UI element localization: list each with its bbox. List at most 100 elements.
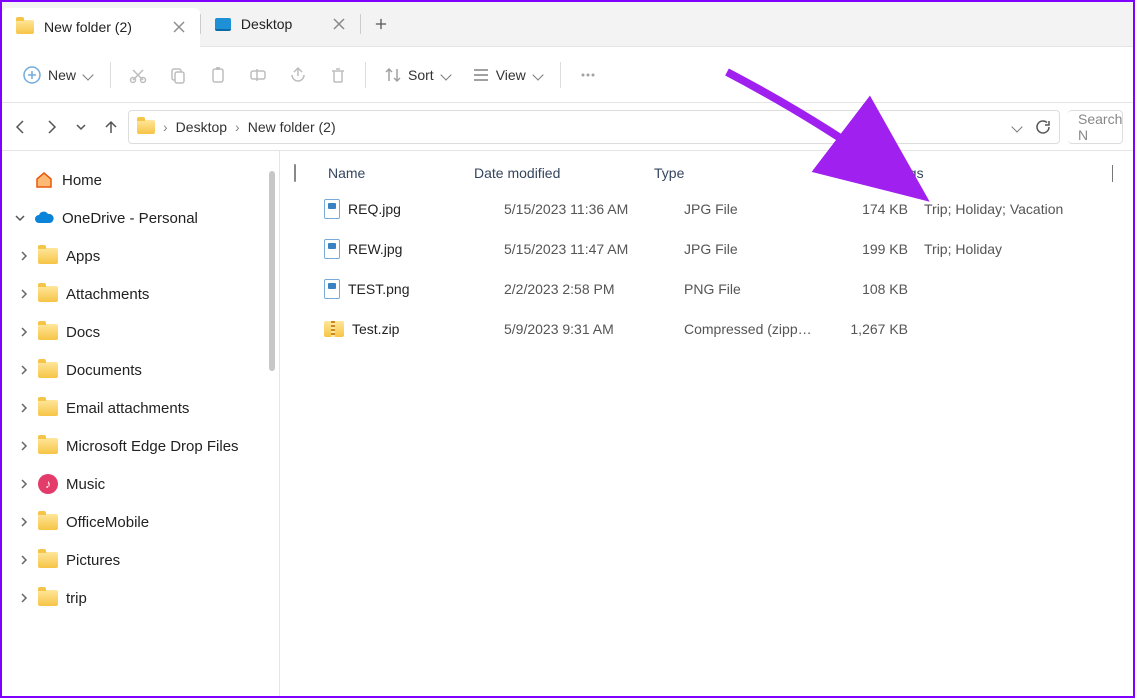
sidebar: Home OneDrive - Personal AppsAttachments… bbox=[2, 151, 280, 696]
chevron-right-icon[interactable] bbox=[18, 593, 30, 603]
address-bar[interactable]: › Desktop › New folder (2) bbox=[128, 110, 1060, 144]
chevron-down-icon bbox=[532, 69, 543, 80]
plus-icon bbox=[375, 17, 387, 31]
chevron-down-icon bbox=[82, 69, 93, 80]
chevron-right-icon[interactable] bbox=[18, 441, 30, 451]
scissors-icon bbox=[129, 66, 147, 84]
file-tags: Trip; Holiday; Vacation bbox=[924, 201, 1104, 217]
separator bbox=[560, 62, 561, 88]
copy-button[interactable] bbox=[161, 57, 195, 93]
file-name: REQ.jpg bbox=[348, 201, 401, 217]
sidebar-item[interactable]: Pictures bbox=[2, 541, 279, 579]
chevron-right-icon[interactable] bbox=[18, 403, 30, 413]
column-name[interactable]: Name bbox=[324, 165, 474, 181]
sidebar-label: Documents bbox=[66, 362, 142, 379]
view-button[interactable]: View bbox=[464, 57, 550, 93]
sidebar-item[interactable]: Microsoft Edge Drop Files bbox=[2, 427, 279, 465]
folder-icon bbox=[38, 246, 58, 266]
back-button[interactable] bbox=[12, 119, 30, 135]
view-icon bbox=[472, 66, 490, 84]
folder-icon bbox=[38, 550, 58, 570]
chevron-right-icon[interactable] bbox=[18, 251, 30, 261]
sidebar-label: Docs bbox=[66, 324, 100, 341]
file-size: 199 KB bbox=[834, 241, 924, 257]
chevron-right-icon[interactable] bbox=[18, 555, 30, 565]
chevron-down-icon[interactable] bbox=[14, 213, 26, 223]
column-size[interactable]: Size bbox=[804, 165, 894, 181]
tab-bar: New folder (2) Desktop bbox=[2, 2, 1133, 47]
close-icon[interactable] bbox=[332, 17, 346, 31]
chevron-right-icon[interactable] bbox=[18, 479, 30, 489]
file-date: 5/15/2023 11:36 AM bbox=[504, 201, 684, 217]
file-name: Test.zip bbox=[352, 321, 399, 337]
share-button[interactable] bbox=[281, 57, 315, 93]
desktop-icon bbox=[215, 18, 231, 31]
tab-desktop[interactable]: Desktop bbox=[201, 5, 360, 43]
sidebar-item[interactable]: Documents bbox=[2, 351, 279, 389]
sidebar-item[interactable]: Docs bbox=[2, 313, 279, 351]
sidebar-item[interactable]: Attachments bbox=[2, 275, 279, 313]
sidebar-item[interactable]: OfficeMobile bbox=[2, 503, 279, 541]
new-button[interactable]: New bbox=[14, 57, 100, 93]
paste-button[interactable] bbox=[201, 57, 235, 93]
more-icon bbox=[579, 66, 597, 84]
sort-button[interactable]: Sort bbox=[376, 57, 458, 93]
sidebar-item[interactable]: trip bbox=[2, 579, 279, 617]
column-tags[interactable]: Tags bbox=[894, 165, 1074, 181]
cut-button[interactable] bbox=[121, 57, 155, 93]
breadcrumb-item[interactable]: New folder (2) bbox=[248, 119, 336, 135]
separator bbox=[365, 62, 366, 88]
file-row[interactable]: TEST.png2/2/2023 2:58 PMPNG File108 KB bbox=[290, 269, 1133, 309]
rename-button[interactable] bbox=[241, 57, 275, 93]
sidebar-label: Email attachments bbox=[66, 400, 189, 417]
zip-icon bbox=[324, 321, 344, 337]
column-type[interactable]: Type bbox=[654, 165, 804, 181]
file-type: PNG File bbox=[684, 281, 834, 297]
tab-label: Desktop bbox=[241, 16, 292, 32]
sidebar-item-home[interactable]: Home bbox=[2, 161, 279, 199]
file-size: 174 KB bbox=[834, 201, 924, 217]
folder-icon bbox=[38, 284, 58, 304]
chevron-down-icon[interactable] bbox=[1112, 165, 1113, 182]
sidebar-label: trip bbox=[66, 590, 87, 607]
refresh-icon[interactable] bbox=[1035, 119, 1051, 135]
view-label: View bbox=[496, 67, 526, 83]
column-headers: Name Date modified Type Size Tags bbox=[290, 157, 1133, 189]
more-button[interactable] bbox=[571, 57, 605, 93]
tab-new-folder-2[interactable]: New folder (2) bbox=[2, 8, 200, 47]
file-row[interactable]: Test.zip5/9/2023 9:31 AMCompressed (zipp… bbox=[290, 309, 1133, 349]
sidebar-item[interactable]: Email attachments bbox=[2, 389, 279, 427]
forward-button[interactable] bbox=[42, 119, 60, 135]
delete-button[interactable] bbox=[321, 57, 355, 93]
sidebar-item[interactable]: ♪Music bbox=[2, 465, 279, 503]
sidebar-label: Music bbox=[66, 476, 105, 493]
onedrive-icon bbox=[34, 208, 54, 228]
nav-buttons bbox=[12, 119, 120, 135]
address-bar-row: › Desktop › New folder (2) Search N bbox=[2, 103, 1133, 151]
toolbar: New Sort View bbox=[2, 47, 1133, 103]
copy-icon bbox=[169, 66, 187, 84]
folder-icon bbox=[38, 322, 58, 342]
sort-icon bbox=[384, 66, 402, 84]
up-button[interactable] bbox=[102, 119, 120, 135]
search-placeholder: Search N bbox=[1078, 111, 1122, 143]
close-icon[interactable] bbox=[172, 20, 186, 34]
chevron-right-icon[interactable] bbox=[18, 289, 30, 299]
select-all-checkbox[interactable] bbox=[294, 164, 296, 182]
column-date[interactable]: Date modified bbox=[474, 165, 654, 181]
chevron-down-icon[interactable] bbox=[1011, 121, 1022, 132]
sidebar-item-onedrive[interactable]: OneDrive - Personal bbox=[2, 199, 279, 237]
chevron-right-icon[interactable] bbox=[18, 327, 30, 337]
file-row[interactable]: REQ.jpg5/15/2023 11:36 AMJPG File174 KBT… bbox=[290, 189, 1133, 229]
chevron-right-icon[interactable] bbox=[18, 517, 30, 527]
image-file-icon bbox=[324, 279, 340, 299]
chevron-right-icon[interactable] bbox=[18, 365, 30, 375]
recent-button[interactable] bbox=[72, 121, 90, 133]
chevron-right-icon: › bbox=[235, 119, 240, 135]
sidebar-item[interactable]: Apps bbox=[2, 237, 279, 275]
new-tab-button[interactable] bbox=[361, 5, 401, 43]
search-input[interactable]: Search N bbox=[1068, 110, 1123, 144]
file-row[interactable]: REW.jpg5/15/2023 11:47 AMJPG File199 KBT… bbox=[290, 229, 1133, 269]
sort-label: Sort bbox=[408, 67, 434, 83]
breadcrumb-item[interactable]: Desktop bbox=[176, 119, 227, 135]
